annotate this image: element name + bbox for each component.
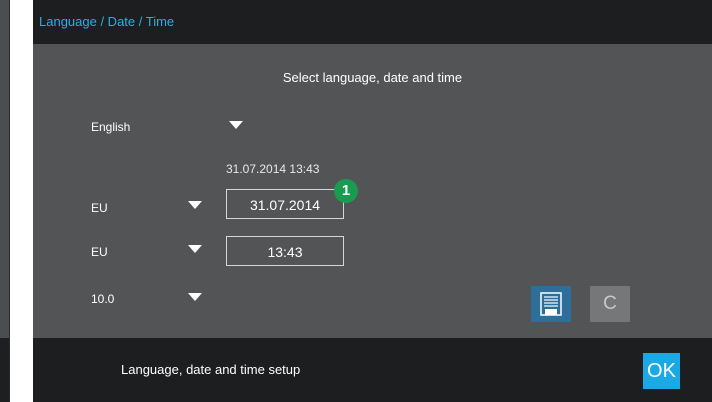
device-screen: Language / Date / Time Select language, … [33,0,712,402]
left-edge-divider [9,0,10,402]
save-icon [540,292,562,316]
current-datetime: 31.07.2014 13:43 [226,162,320,176]
time-format-dropdown-icon[interactable] [188,245,202,253]
timezone-dropdown-icon[interactable] [188,293,202,301]
timezone-value[interactable]: 10.0 [91,292,114,306]
footer-description: Language, date and time setup [121,362,301,377]
date-input[interactable]: 31.07.2014 [226,189,344,219]
time-input[interactable]: 13:43 [226,236,344,266]
ok-button[interactable]: OK [643,353,680,389]
save-button[interactable] [531,286,571,322]
title-bar: Language / Date / Time [33,0,712,44]
language-value[interactable]: English [91,120,130,134]
cancel-button[interactable]: C [590,286,630,322]
date-format-dropdown-icon[interactable] [188,201,202,209]
date-format-value[interactable]: EU [91,201,108,215]
time-format-value[interactable]: EU [91,245,108,259]
language-dropdown-icon[interactable] [229,121,243,129]
instruction-heading: Select language, date and time [282,70,463,85]
step-badge: 1 [334,179,358,203]
screen-title: Language / Date / Time [39,14,175,29]
left-edge-panel [0,0,10,402]
footer-bar: Language, date and time setup OK [33,338,712,402]
